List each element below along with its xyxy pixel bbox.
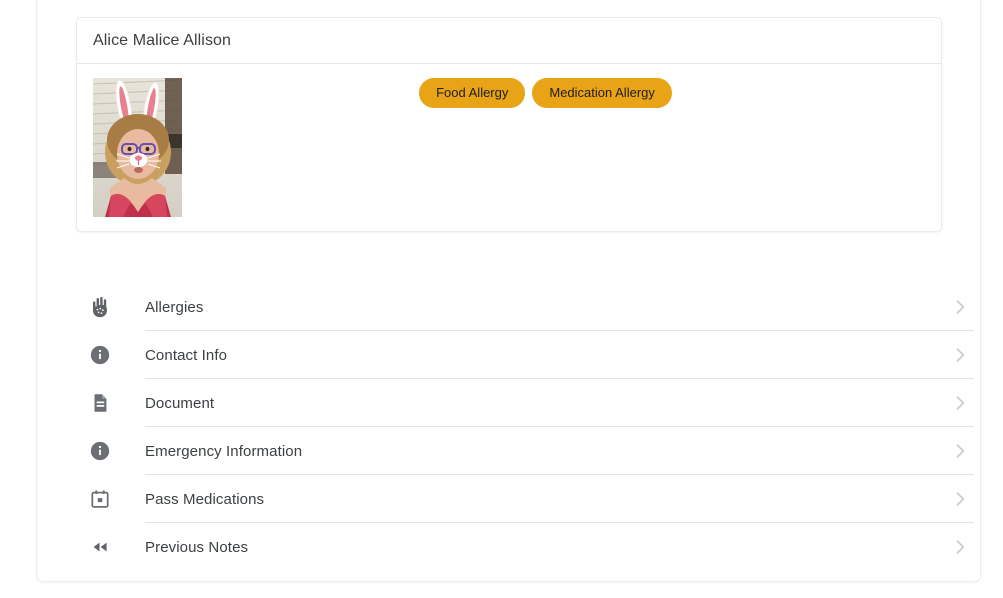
status-badge[interactable]: Food Allergy xyxy=(419,78,526,108)
list-item-label: Document xyxy=(145,394,215,412)
list-item-pass-medications[interactable]: Pass Medications xyxy=(37,475,980,523)
hand-allergy-icon xyxy=(85,292,115,322)
patient-name: Alice Malice Allison xyxy=(93,31,232,49)
patient-photo xyxy=(93,78,182,217)
app-root: Alice Malice Allison Food Allergy Medica… xyxy=(0,0,1003,598)
chevron-right-icon[interactable] xyxy=(948,343,972,367)
allergy-badge-group: Food Allergy Medication Allergy xyxy=(166,78,925,108)
list-item-contact-info[interactable]: Contact Info xyxy=(37,331,980,379)
chevron-right-icon[interactable] xyxy=(948,535,972,559)
fast-rewind-icon xyxy=(85,532,115,562)
patient-card-body: Food Allergy Medication Allergy xyxy=(77,64,941,231)
patient-card: Alice Malice Allison Food Allergy Medica… xyxy=(76,17,942,232)
list-item-label: Emergency Information xyxy=(145,442,303,460)
list-divider xyxy=(145,570,974,571)
chevron-right-icon[interactable] xyxy=(948,391,972,415)
chevron-right-icon[interactable] xyxy=(948,487,972,511)
chevron-right-icon[interactable] xyxy=(948,295,972,319)
calendar-event-icon xyxy=(85,484,115,514)
list-item-emergency-information[interactable]: Emergency Information xyxy=(37,427,980,475)
patient-photo-image xyxy=(93,78,182,217)
list-item-label: Contact Info xyxy=(145,346,228,364)
list-item-label: Allergies xyxy=(145,298,204,316)
document-icon xyxy=(85,388,115,418)
patient-card-header: Alice Malice Allison xyxy=(77,18,941,64)
list-item-document[interactable]: Document xyxy=(37,379,980,427)
list-item-label: Pass Medications xyxy=(145,490,265,508)
list-item-allergies[interactable]: Allergies xyxy=(37,283,980,331)
list-item-label: Previous Notes xyxy=(145,538,249,556)
status-badge[interactable]: Medication Allergy xyxy=(532,78,672,108)
section-nav-list: Allergies Contact Info Document Emergenc… xyxy=(37,283,980,571)
list-item-previous-notes[interactable]: Previous Notes xyxy=(37,523,980,571)
info-circle-icon xyxy=(85,436,115,466)
chevron-right-icon[interactable] xyxy=(948,439,972,463)
page-panel: Alice Malice Allison Food Allergy Medica… xyxy=(36,0,981,582)
info-circle-icon xyxy=(85,340,115,370)
